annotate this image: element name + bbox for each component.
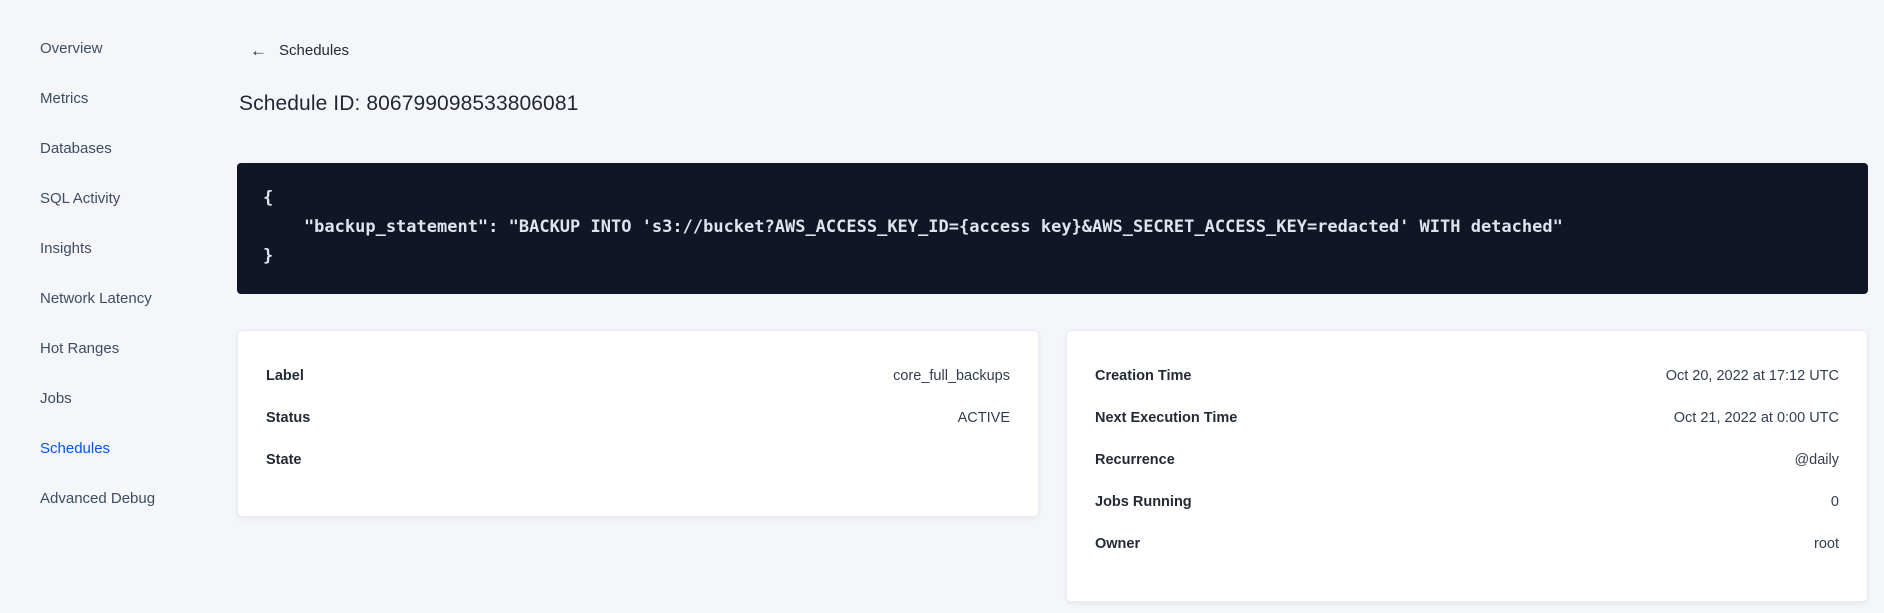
table-row: Label core_full_backups — [266, 355, 1010, 397]
back-arrow-icon: ← — [250, 41, 267, 60]
owner-value: root — [1814, 536, 1839, 552]
schedule-details-card: Label core_full_backups Status ACTIVE St… — [237, 330, 1039, 517]
sidebar-item-metrics[interactable]: Metrics — [0, 73, 237, 123]
page-title: Schedule ID: 806799098533806081 — [239, 92, 579, 115]
detail-cards: Label core_full_backups Status ACTIVE St… — [237, 330, 1868, 602]
table-row: Jobs Running 0 — [1095, 481, 1839, 523]
code-line: } — [263, 246, 274, 266]
next-execution-time-value: Oct 21, 2022 at 0:00 UTC — [1673, 410, 1839, 426]
status-key: Status — [266, 410, 311, 426]
label-key: Label — [266, 368, 304, 384]
sidebar-item-overview[interactable]: Overview — [0, 23, 237, 73]
table-row: Recurrence @daily — [1095, 439, 1839, 481]
sidebar-item-insights[interactable]: Insights — [0, 223, 237, 273]
sidebar-item-jobs[interactable]: Jobs — [0, 373, 237, 423]
creation-time-key: Creation Time — [1095, 368, 1192, 384]
sidebar-nav: Overview Metrics Databases SQL Activity … — [0, 0, 237, 613]
next-execution-time-key: Next Execution Time — [1095, 410, 1238, 426]
state-key: State — [266, 452, 302, 468]
sidebar-item-advanced-debug[interactable]: Advanced Debug — [0, 473, 237, 523]
table-row: State — [266, 439, 1010, 481]
recurrence-value: @daily — [1794, 452, 1839, 468]
code-line: "backup_statement": "BACKUP INTO 's3://b… — [263, 217, 1563, 237]
table-row: Next Execution Time Oct 21, 2022 at 0:00… — [1095, 397, 1839, 439]
sidebar-item-databases[interactable]: Databases — [0, 123, 237, 173]
table-row: Owner root — [1095, 523, 1839, 565]
schedule-timing-card: Creation Time Oct 20, 2022 at 17:12 UTC … — [1066, 330, 1868, 602]
table-row: Status ACTIVE — [266, 397, 1010, 439]
back-link-label: Schedules — [279, 42, 350, 59]
recurrence-key: Recurrence — [1095, 452, 1175, 468]
jobs-running-value: 0 — [1830, 494, 1839, 510]
label-value: core_full_backups — [893, 368, 1010, 384]
back-link-schedules[interactable]: ← Schedules — [250, 42, 349, 59]
sidebar-item-hot-ranges[interactable]: Hot Ranges — [0, 323, 237, 373]
backup-statement-code-block: { "backup_statement": "BACKUP INTO 's3:/… — [237, 163, 1868, 294]
main-content: ← Schedules Schedule ID: 806799098533806… — [237, 0, 1868, 613]
table-row: Creation Time Oct 20, 2022 at 17:12 UTC — [1095, 355, 1839, 397]
code-line: { — [263, 188, 274, 208]
sidebar-item-network-latency[interactable]: Network Latency — [0, 273, 237, 323]
creation-time-value: Oct 20, 2022 at 17:12 UTC — [1665, 368, 1839, 384]
sidebar-item-sql-activity[interactable]: SQL Activity — [0, 173, 237, 223]
jobs-running-key: Jobs Running — [1095, 494, 1192, 510]
sidebar-item-schedules[interactable]: Schedules — [0, 423, 237, 473]
status-value: ACTIVE — [957, 410, 1010, 426]
owner-key: Owner — [1095, 536, 1141, 552]
